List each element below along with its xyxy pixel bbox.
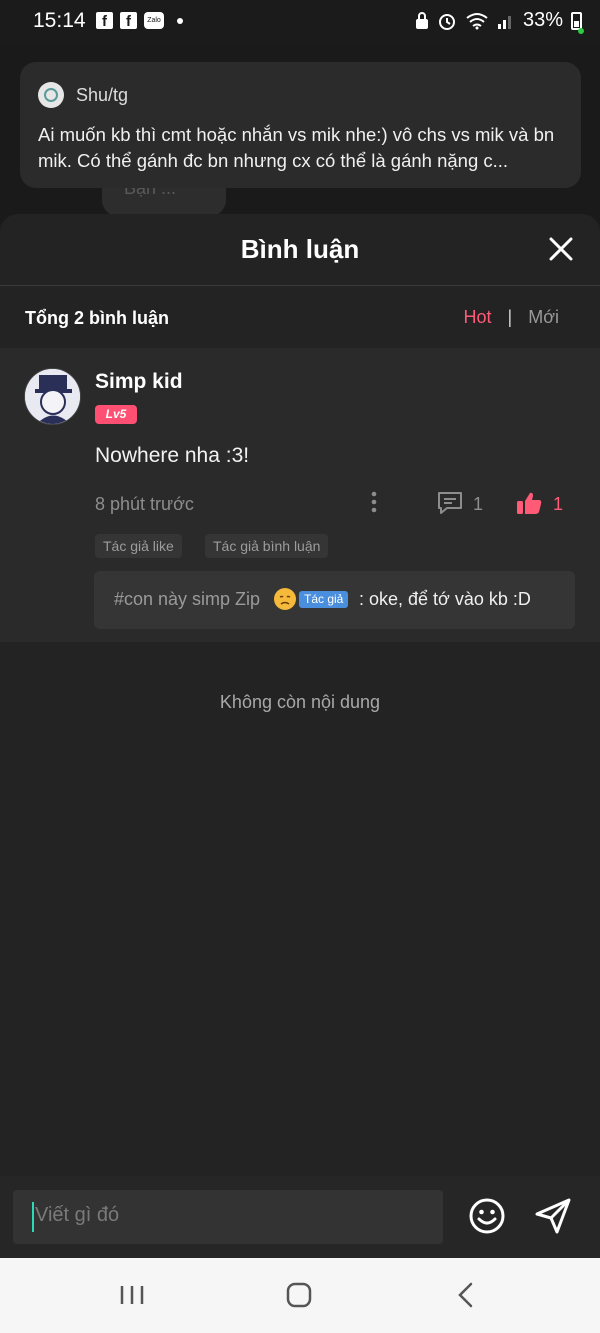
total-comments: Tổng 2 bình luận xyxy=(25,308,169,328)
camera-indicator-icon xyxy=(578,28,584,34)
comment-input-placeholder: Viết gì đó xyxy=(35,1204,120,1226)
reply-text: : oke, để tớ vào kb :D xyxy=(359,589,531,609)
send-icon[interactable] xyxy=(533,1196,573,1236)
sheet-title: Bình luận xyxy=(240,234,360,264)
back-icon[interactable] xyxy=(456,1282,476,1308)
sad-face-emoji-icon xyxy=(274,588,296,610)
level-badge: Lv5 xyxy=(95,405,137,424)
more-options-icon[interactable] xyxy=(367,490,381,514)
facebook-icon: f xyxy=(120,12,137,30)
comment-time: 8 phút trước xyxy=(95,494,194,514)
avatar-image xyxy=(25,369,80,424)
recent-apps-icon[interactable] xyxy=(118,1284,146,1306)
notification-message: Ai muốn kb thì cmt hoặc nhắn vs mik nhe:… xyxy=(38,124,555,171)
lock-icon xyxy=(415,11,428,29)
home-icon[interactable] xyxy=(286,1282,312,1308)
reply-author: #con này simp Zip xyxy=(114,589,261,609)
signal-icon xyxy=(497,15,511,29)
comment-input-bar: Viết gì đó xyxy=(0,1176,600,1258)
tag-author-commented: Tác giả bình luận xyxy=(205,534,329,558)
tag-author-liked: Tác giả like xyxy=(95,534,182,558)
text-caret xyxy=(32,1202,34,1232)
system-navigation-bar xyxy=(0,1258,600,1333)
status-time: 15:14 xyxy=(33,9,86,32)
comment-input[interactable]: Viết gì đó xyxy=(13,1190,443,1244)
author-badge: Tác giả xyxy=(299,591,349,608)
battery-icon xyxy=(571,11,582,30)
divider xyxy=(0,285,600,286)
wifi-icon xyxy=(466,12,488,29)
more-notifications-dot-icon xyxy=(177,17,183,24)
alarm-icon xyxy=(438,13,455,30)
status-bar: 15:14 f f Zalo 33% xyxy=(0,0,600,44)
reply-preview[interactable]: #con này simp Zip Tác giả : oke, để tớ v… xyxy=(94,571,575,629)
emoji-icon[interactable] xyxy=(468,1197,506,1235)
like-count: 1 xyxy=(553,494,564,514)
close-icon[interactable] xyxy=(548,236,574,262)
end-of-content-text: Không còn nội dung xyxy=(219,692,381,712)
thumbs-up-icon[interactable] xyxy=(515,490,543,516)
heads-up-notification[interactable]: Shu/tg Ai muốn kb thì cmt hoặc nhắn vs m… xyxy=(20,62,581,188)
notification-icons: f f Zalo xyxy=(96,12,183,30)
reply-count: 1 xyxy=(473,494,484,514)
sort-new-tab[interactable]: Mới xyxy=(528,307,559,328)
sort-separator: | xyxy=(507,307,513,327)
sort-hot-tab[interactable]: Hot xyxy=(464,307,492,328)
facebook-icon: f xyxy=(96,12,113,30)
system-icons: 33% xyxy=(415,9,582,32)
reply-icon[interactable] xyxy=(436,490,464,516)
comment-text: Nowhere nha :3! xyxy=(95,444,250,467)
sort-tabs: Hot | Mới xyxy=(464,307,560,328)
avatar[interactable] xyxy=(24,368,81,425)
notification-sender: Shu/tg xyxy=(76,85,129,105)
comment-item: Simp kid Lv5 Nowhere nha :3! 8 phút trướ… xyxy=(0,348,600,642)
comments-sheet: Bình luận Tổng 2 bình luận Hot | Mới Sim… xyxy=(0,214,600,1258)
notification-avatar xyxy=(38,82,64,108)
battery-percent: 33% xyxy=(522,9,563,31)
comment-author[interactable]: Simp kid xyxy=(95,370,183,394)
zalo-icon: Zalo xyxy=(144,12,164,29)
